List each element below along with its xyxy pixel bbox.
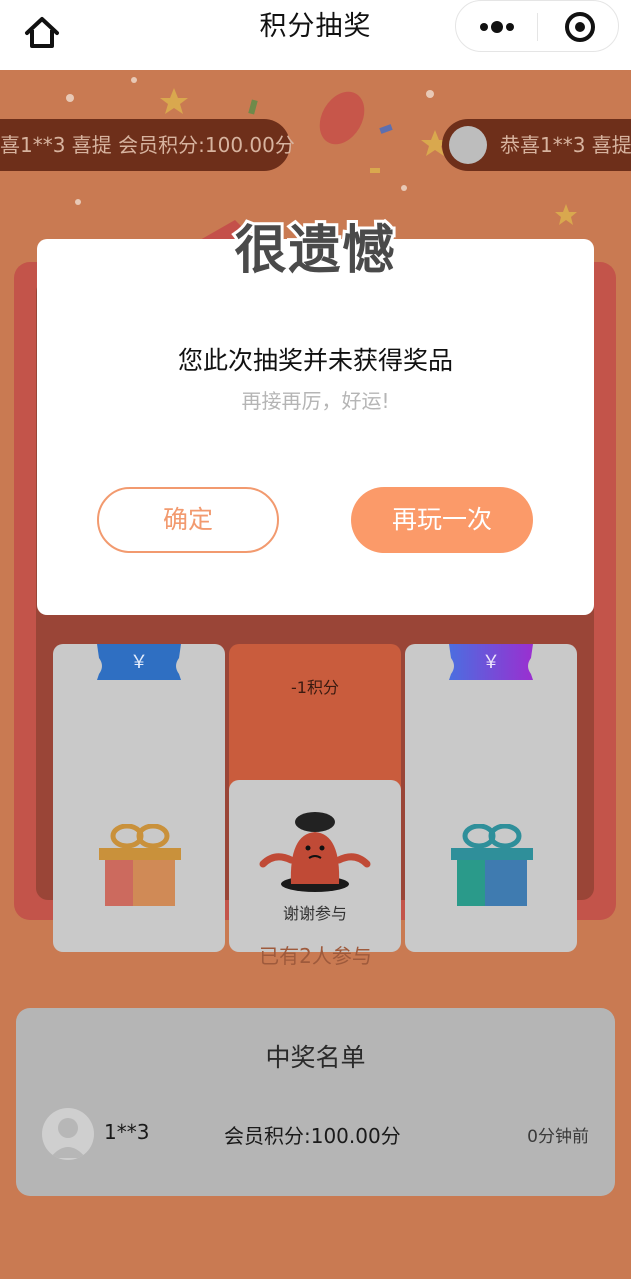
dialog-title: 很遗憾 xyxy=(231,218,397,284)
more-button[interactable] xyxy=(456,1,537,53)
result-dialog: 您此次抽奖并未获得奖品 再接再厉，好运! 确定 再玩一次 xyxy=(37,239,594,615)
result-subtext: 再接再厉，好运! xyxy=(241,389,390,413)
confirm-button[interactable]: 确定 xyxy=(97,487,279,553)
close-mini-program-button[interactable] xyxy=(538,1,620,53)
more-dots-icon xyxy=(480,21,514,33)
result-message: 您此次抽奖并未获得奖品 xyxy=(177,346,453,375)
top-nav-bar: 积分抽奖 xyxy=(0,0,631,70)
play-again-button[interactable]: 再玩一次 xyxy=(351,487,533,553)
modal-overlay[interactable] xyxy=(0,0,631,1279)
target-circle-icon xyxy=(565,12,595,42)
mini-program-capsule xyxy=(455,0,619,52)
